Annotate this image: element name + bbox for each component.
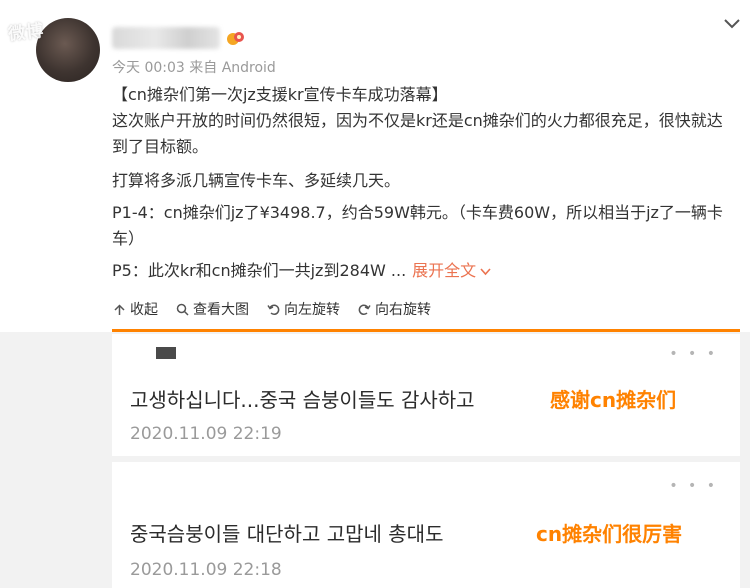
post-line: 【cn摊杂们第一次jz支援kr宣传卡车成功落幕】 <box>112 85 448 104</box>
rotate-left-label: 向左旋转 <box>284 302 340 318</box>
post-line-last: P5：此次kr和cn摊杂们一共jz到284W ... 展开全文 <box>112 258 737 284</box>
comment-text: 고생하십니다...중국 슴붕이들도 감사하고 <box>130 388 475 412</box>
rotate-right-icon <box>358 304 371 315</box>
collapse-icon <box>114 303 125 315</box>
post-line: 打算将多派几辆宣传卡车、多延续几天。 <box>112 171 401 190</box>
more-dots-icon: • • • <box>669 346 718 362</box>
rotate-right-button[interactable]: 向右旋转 <box>358 299 431 319</box>
collapse-label: 收起 <box>130 302 158 318</box>
comment-text: 중국슴붕이들 대단하고 고맙네 총대도 <box>130 522 444 546</box>
translation-tag: 感谢cn摊杂们 <box>550 388 677 412</box>
post-last-line: P5：此次kr和cn摊杂们一共jz到284W ... <box>112 261 407 280</box>
rotate-left-icon <box>267 304 280 315</box>
more-dots-icon: • • • <box>669 478 718 494</box>
magnifier-icon <box>176 303 189 316</box>
post-meta: 今天 00:03 来自 Android <box>112 60 276 76</box>
comment-date: 2020.11.09 22:18 <box>130 560 282 580</box>
collapse-button[interactable]: 收起 <box>113 299 158 319</box>
username-blurred[interactable] <box>112 27 220 49</box>
comment-avatar <box>156 347 176 359</box>
image-action-bar: 收起 查看大图 向左旋转 向右旋转 <box>0 290 750 330</box>
translation-tag: cn摊杂们很厉害 <box>536 522 683 546</box>
rotate-left-button[interactable]: 向左旋转 <box>267 299 340 319</box>
post-line: 这次账户开放的时间仍然很短，因为不仅是kr还是cn摊杂们的火力都很充足，很快就达… <box>112 111 723 156</box>
post-text: 【cn摊杂们第一次jz支援kr宣传卡车成功落幕】 这次账户开放的时间仍然很短，因… <box>112 82 737 284</box>
chevron-down-icon[interactable] <box>480 267 491 276</box>
view-large-button[interactable]: 查看大图 <box>176 299 249 319</box>
comment-card: • • • 중국슴붕이들 대단하고 고맙네 총대도 cn摊杂们很厉害 2020.… <box>112 462 740 588</box>
badge-icon <box>227 32 244 45</box>
avatar[interactable] <box>36 18 100 82</box>
comment-date: 2020.11.09 22:19 <box>130 424 282 444</box>
expand-link[interactable]: 展开全文 <box>412 261 476 280</box>
chevron-down-icon[interactable] <box>722 16 742 32</box>
comment-card: • • • 고생하십니다...중국 슴붕이들도 감사하고 感谢cn摊杂们 202… <box>112 334 740 456</box>
rotate-right-label: 向右旋转 <box>375 302 431 318</box>
post-line: P1-4：cn摊杂们jz了¥3498.7，约合59W韩元。（卡车费60W，所以相… <box>112 203 723 248</box>
watermark: 微博 <box>7 21 46 44</box>
view-large-label: 查看大图 <box>193 302 249 318</box>
